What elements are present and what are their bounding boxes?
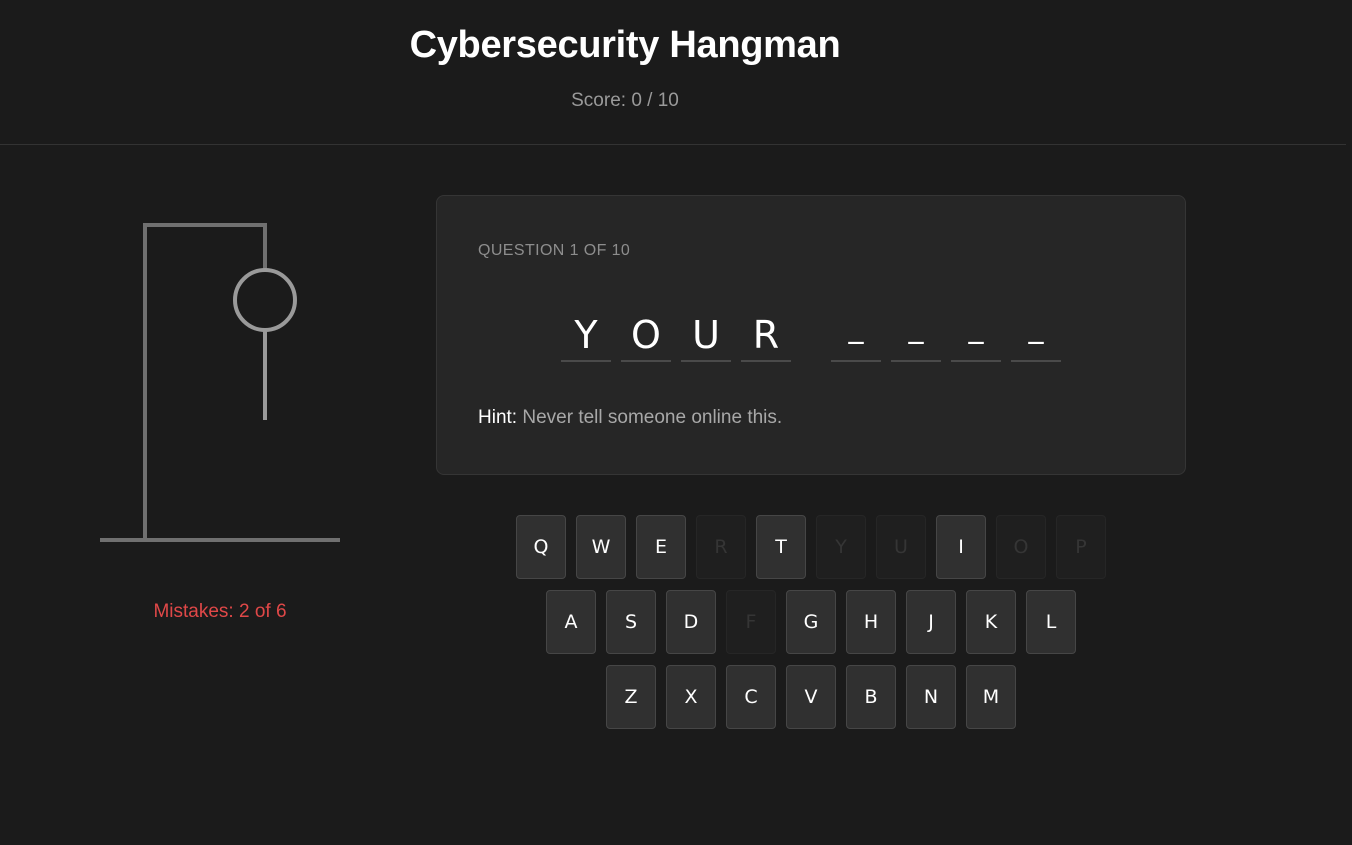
letter-slot-blank: _: [891, 308, 941, 362]
key-n[interactable]: N: [906, 665, 956, 729]
letter-slot-revealed: U: [681, 308, 731, 362]
key-q[interactable]: Q: [516, 515, 566, 579]
key-w[interactable]: W: [576, 515, 626, 579]
hangman-head: [233, 268, 297, 332]
key-h[interactable]: H: [846, 590, 896, 654]
key-u: U: [876, 515, 926, 579]
key-y: Y: [816, 515, 866, 579]
question-card: QUESTION 1 OF 10 Y O U R _ _ _ _ Hint: Never te…: [436, 195, 1186, 475]
header: Cybersecurity Hangman Score: 0 / 10: [0, 0, 1346, 145]
key-v[interactable]: V: [786, 665, 836, 729]
letter-slot-revealed: Y: [561, 308, 611, 362]
page-title: Cybersecurity Hangman: [409, 24, 841, 66]
key-j[interactable]: J: [906, 590, 956, 654]
letter-slot-blank: _: [951, 308, 1001, 362]
question-label: QUESTION 1 OF 10: [478, 242, 631, 259]
hint-text: Never tell someone online this.: [522, 407, 783, 428]
key-g[interactable]: G: [786, 590, 836, 654]
letter-slot-revealed: O: [621, 308, 671, 362]
key-k[interactable]: K: [966, 590, 1016, 654]
score-display: Score: 0 / 10: [571, 90, 679, 111]
letter-slot-blank: _: [831, 308, 881, 362]
key-a[interactable]: A: [546, 590, 596, 654]
hangman-drawing: [100, 223, 340, 542]
key-z[interactable]: Z: [606, 665, 656, 729]
key-c[interactable]: C: [726, 665, 776, 729]
key-i[interactable]: I: [936, 515, 986, 579]
key-t[interactable]: T: [756, 515, 806, 579]
key-l[interactable]: L: [1026, 590, 1076, 654]
key-x[interactable]: X: [666, 665, 716, 729]
mistakes-counter: Mistakes: 2 of 6: [153, 601, 287, 622]
key-p: P: [1056, 515, 1106, 579]
letter-slot-blank: _: [1011, 308, 1061, 362]
letter-slot-revealed: R: [741, 308, 791, 362]
key-e[interactable]: E: [636, 515, 686, 579]
key-m[interactable]: M: [966, 665, 1016, 729]
key-r: R: [696, 515, 746, 579]
key-b[interactable]: B: [846, 665, 896, 729]
key-f: F: [726, 590, 776, 654]
key-s[interactable]: S: [606, 590, 656, 654]
hint: Hint: Never tell someone online this.: [478, 407, 782, 429]
hint-label: Hint:: [478, 407, 518, 428]
key-o: O: [996, 515, 1046, 579]
key-d[interactable]: D: [666, 590, 716, 654]
